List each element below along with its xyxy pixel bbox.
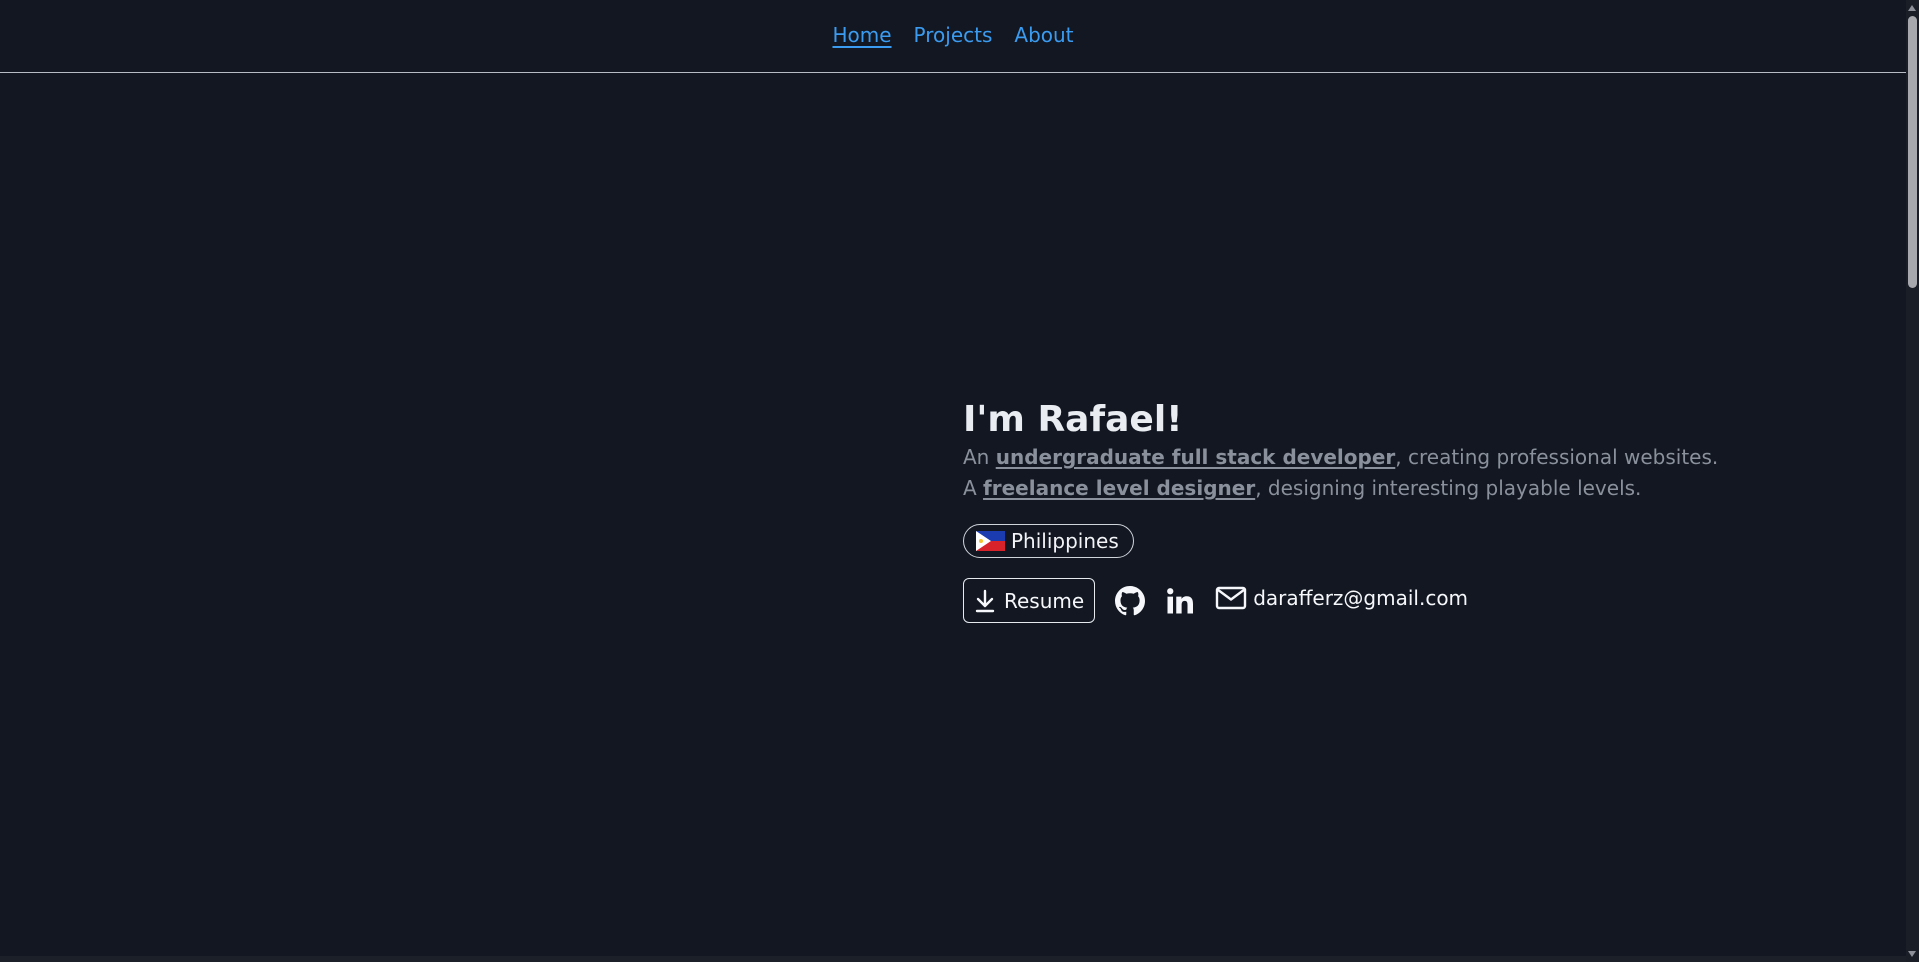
- linkedin-link[interactable]: [1165, 586, 1195, 616]
- tagline-designer: A freelance level designer, designing in…: [963, 473, 1683, 504]
- tagline-designer-suffix: , designing interesting playable levels.: [1255, 476, 1642, 500]
- philippines-flag-icon: [976, 531, 1005, 551]
- scrollbar-thumb[interactable]: [1908, 16, 1917, 288]
- tagline-developer: An undergraduate full stack developer, c…: [963, 442, 1718, 473]
- tagline-developer-prefix: An: [963, 445, 996, 469]
- top-navigation: Home Projects About: [0, 0, 1906, 73]
- github-link[interactable]: [1115, 585, 1146, 616]
- linkedin-icon: [1167, 587, 1194, 613]
- github-icon: [1115, 585, 1146, 615]
- location-badge: Philippines: [963, 524, 1134, 558]
- developer-highlight-link[interactable]: undergraduate full stack developer: [996, 445, 1396, 469]
- hero-title: I'm Rafael!: [963, 399, 1183, 440]
- scroll-down-arrow-icon[interactable]: [1908, 951, 1916, 957]
- email-link[interactable]: darafferz@gmail.com: [1215, 586, 1468, 610]
- vertical-scrollbar[interactable]: [1906, 0, 1919, 962]
- email-address: darafferz@gmail.com: [1253, 585, 1469, 610]
- scroll-up-arrow-icon[interactable]: [1908, 5, 1916, 11]
- hero-section: I'm Rafael! An undergraduate full stack …: [963, 398, 1718, 623]
- nav-link-about[interactable]: About: [1014, 23, 1073, 47]
- tagline-developer-suffix: , creating professional websites.: [1395, 445, 1719, 469]
- tagline-designer-prefix: A: [963, 476, 984, 500]
- designer-highlight-link[interactable]: freelance level designer: [983, 476, 1255, 500]
- resume-download-button[interactable]: Resume: [963, 578, 1096, 623]
- resume-label: Resume: [1004, 588, 1085, 613]
- location-label: Philippines: [1011, 529, 1119, 553]
- page: Home Projects About I'm Rafael! An under…: [0, 0, 1919, 962]
- nav-link-projects[interactable]: Projects: [914, 23, 993, 47]
- download-icon: [975, 589, 995, 612]
- nav-link-home[interactable]: Home: [832, 23, 891, 47]
- horizontal-scrollbar-track: [0, 956, 1906, 962]
- mail-icon: [1215, 586, 1247, 609]
- actions-row: Resume darafferz@gmail.com: [963, 578, 1683, 623]
